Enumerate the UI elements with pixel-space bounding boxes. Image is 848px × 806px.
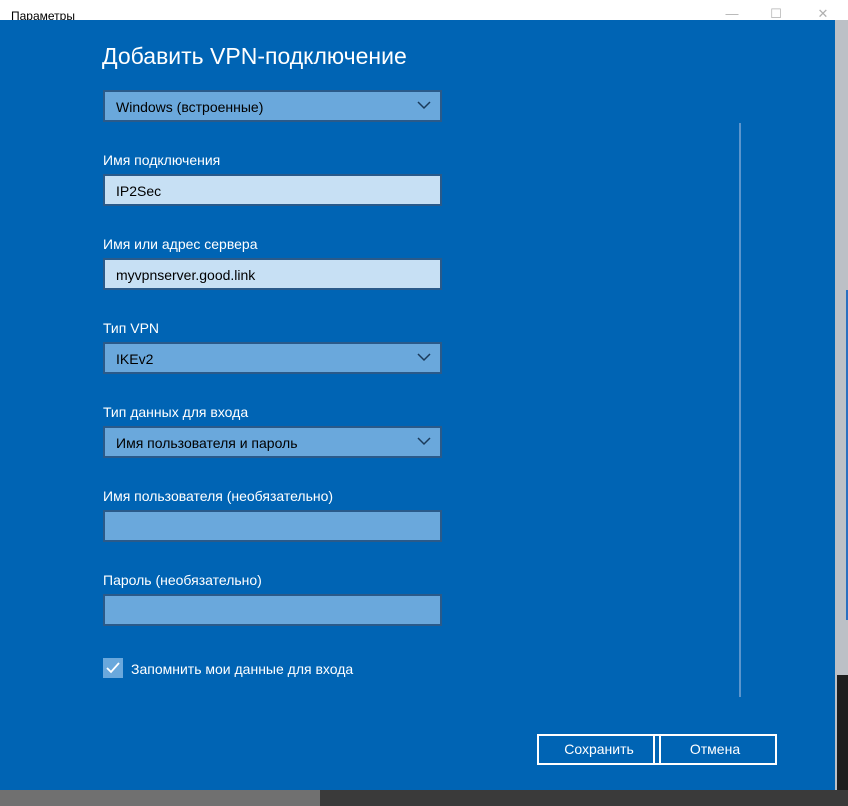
signin-type-value: Имя пользователя и пароль [116,435,298,451]
vpn-type-value: IKEv2 [116,351,154,367]
chevron-down-icon [417,437,431,446]
connection-name-value: IP2Sec [116,183,162,199]
server-address-input[interactable]: myvpnserver.good.link [103,258,442,290]
dialog-scrollbar[interactable] [739,123,741,697]
remember-signin-checkbox[interactable] [103,658,123,678]
vpn-type-select[interactable]: IKEv2 [103,342,442,374]
background-dark-area [837,675,848,806]
minimize-button[interactable]: — [722,6,742,21]
chevron-down-icon [417,353,431,362]
signin-type-select[interactable]: Имя пользователя и пароль [103,426,442,458]
vpn-provider-select[interactable]: Windows (встроенные) [103,90,442,122]
chevron-down-icon [417,101,431,110]
dialog-title: Добавить VPN-подключение [102,43,407,69]
vpn-type-label: Тип VPN [103,320,160,336]
username-input[interactable] [103,510,442,542]
remember-signin-label: Запомнить мои данные для входа [131,661,354,677]
server-address-value: myvpnserver.good.link [116,267,256,283]
username-label: Имя пользователя (необязательно) [103,488,334,504]
password-input[interactable] [103,594,442,626]
password-label: Пароль (необязательно) [103,572,262,588]
server-address-label: Имя или адрес сервера [103,236,258,252]
signin-type-label: Тип данных для входа [103,404,249,420]
connection-name-input[interactable]: IP2Sec [103,174,442,206]
connection-name-label: Имя подключения [103,152,221,168]
add-vpn-dialog: Добавить VPN-подключение Windows (встрое… [0,20,835,790]
background-bottom-light [0,790,320,806]
checkmark-icon [106,662,120,674]
cancel-button[interactable]: Отмена [653,734,777,765]
save-button[interactable]: Сохранить [537,734,661,765]
vpn-provider-value: Windows (встроенные) [116,99,264,115]
